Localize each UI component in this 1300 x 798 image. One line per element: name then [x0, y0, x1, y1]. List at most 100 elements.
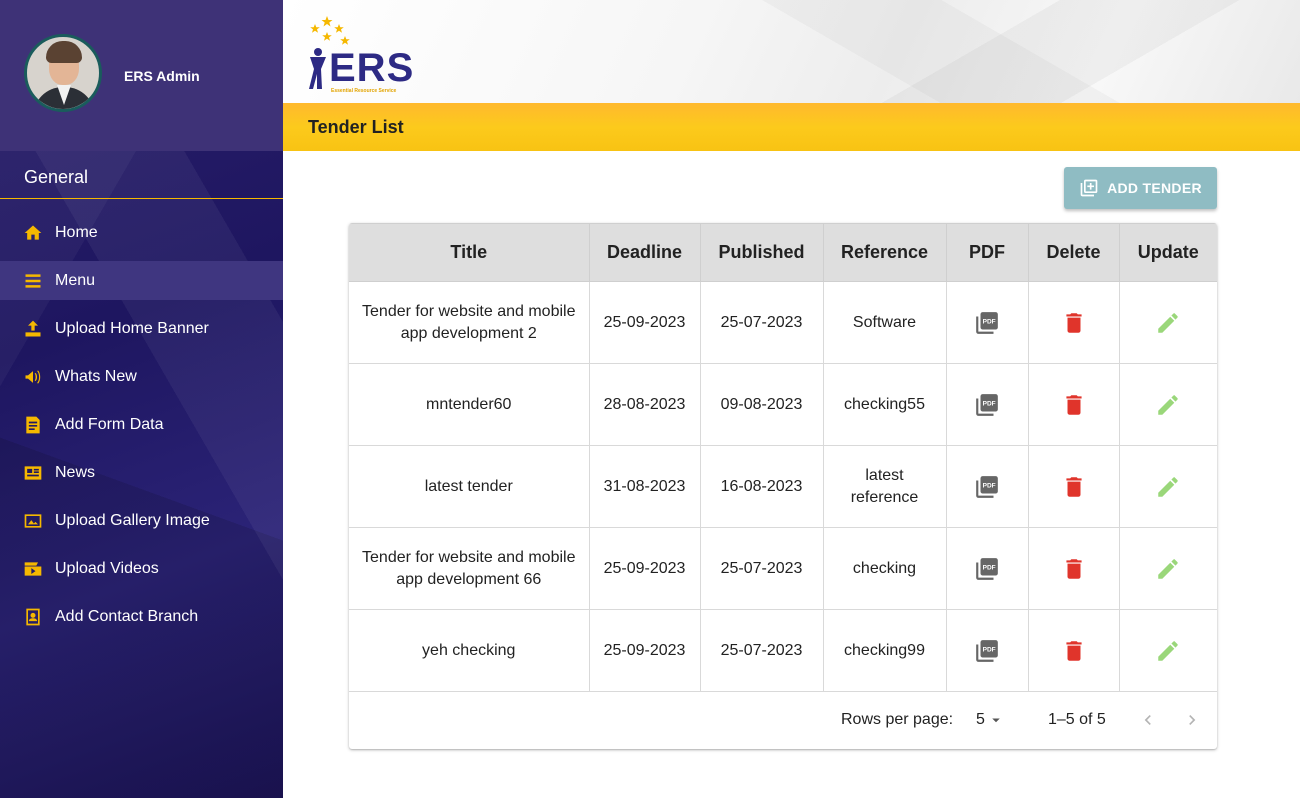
- cell-delete: [1027, 609, 1120, 692]
- home-icon: [23, 223, 43, 243]
- page-title: Tender List: [308, 116, 404, 137]
- cell-update: [1118, 609, 1217, 692]
- cell-deadline: 31-08-2023: [588, 445, 701, 528]
- cell-update: [1118, 527, 1217, 610]
- cell-pdf: PDF: [945, 445, 1029, 528]
- column-header-pdf: PDF: [945, 223, 1029, 282]
- cell-reference: Software: [822, 281, 947, 364]
- cell-published: 25-07-2023: [699, 609, 824, 692]
- sidebar-item-news[interactable]: News: [0, 453, 283, 492]
- cell-pdf: PDF: [945, 363, 1029, 446]
- cell-published: 25-07-2023: [699, 527, 824, 610]
- cell-delete: [1027, 445, 1120, 528]
- video-icon: [23, 559, 43, 579]
- edit-icon[interactable]: [1155, 556, 1181, 582]
- column-header-published[interactable]: Published: [699, 223, 824, 282]
- pdf-icon[interactable]: PDF: [974, 556, 1000, 582]
- pdf-icon[interactable]: PDF: [974, 638, 1000, 664]
- sidebar-item-label: Upload Videos: [55, 559, 159, 577]
- delete-icon[interactable]: [1061, 638, 1087, 664]
- profile-panel: ERS Admin: [0, 0, 283, 151]
- add-tender-label: ADD TENDER: [1107, 180, 1202, 196]
- logo-text: ERS: [329, 46, 415, 90]
- add-tender-button[interactable]: ADD TENDER: [1064, 167, 1217, 209]
- sidebar-item-add-contact-branch[interactable]: Add Contact Branch: [0, 597, 283, 636]
- column-header-reference[interactable]: Reference: [822, 223, 947, 282]
- sidebar-item-home[interactable]: Home: [0, 213, 283, 252]
- cell-reference: checking55: [822, 363, 947, 446]
- svg-text:PDF: PDF: [983, 400, 996, 407]
- edit-icon[interactable]: [1155, 638, 1181, 664]
- section-divider: [0, 198, 283, 199]
- cell-title: mntender60: [349, 363, 590, 446]
- cell-published: 09-08-2023: [699, 363, 824, 446]
- cell-published: 25-07-2023: [699, 281, 824, 364]
- cell-pdf: PDF: [945, 281, 1029, 364]
- delete-icon[interactable]: [1061, 310, 1087, 336]
- cell-title: latest tender: [349, 445, 590, 528]
- cell-deadline: 25-09-2023: [588, 281, 701, 364]
- cell-update: [1118, 445, 1217, 528]
- newspaper-icon: [23, 463, 43, 483]
- pdf-icon[interactable]: PDF: [974, 474, 1000, 500]
- cell-pdf: PDF: [945, 527, 1029, 610]
- delete-icon[interactable]: [1061, 392, 1087, 418]
- dropdown-arrow-icon: [992, 718, 1000, 723]
- sidebar-item-upload-home-banner[interactable]: Upload Home Banner: [0, 309, 283, 348]
- next-page-button[interactable]: [1182, 710, 1202, 730]
- table-row: yeh checking 25-09-2023 25-07-2023 check…: [349, 609, 1217, 692]
- sidebar-item-add-form-data[interactable]: Add Form Data: [0, 405, 283, 444]
- svg-text:PDF: PDF: [983, 564, 996, 571]
- edit-icon[interactable]: [1155, 310, 1181, 336]
- add-box-icon: [1080, 179, 1098, 197]
- cell-deadline: 28-08-2023: [588, 363, 701, 446]
- cell-title: yeh checking: [349, 609, 590, 692]
- svg-text:PDF: PDF: [983, 646, 996, 653]
- tender-table: Title Deadline Published Reference PDF D…: [349, 223, 1217, 692]
- table-row: Tender for website and mobile app develo…: [349, 527, 1217, 610]
- edit-icon[interactable]: [1155, 392, 1181, 418]
- cell-title: Tender for website and mobile app develo…: [349, 527, 590, 610]
- delete-icon[interactable]: [1061, 474, 1087, 500]
- table-header-row: Title Deadline Published Reference PDF D…: [349, 223, 1217, 282]
- table-row: Tender for website and mobile app develo…: [349, 281, 1217, 364]
- column-header-deadline[interactable]: Deadline: [588, 223, 701, 282]
- page-title-bar: Tender List: [283, 103, 1300, 151]
- profile-name: ERS Admin: [124, 68, 200, 84]
- sidebar: ERS Admin General Home Menu Upload Home …: [0, 0, 283, 798]
- cell-delete: [1027, 527, 1120, 610]
- sidebar-item-whats-new[interactable]: Whats New: [0, 357, 283, 396]
- form-icon: [23, 415, 43, 435]
- cell-update: [1118, 281, 1217, 364]
- cell-delete: [1027, 281, 1120, 364]
- cell-title: Tender for website and mobile app develo…: [349, 281, 590, 364]
- cell-deadline: 25-09-2023: [588, 527, 701, 610]
- cell-reference: latest reference: [822, 445, 947, 528]
- column-header-delete: Delete: [1027, 223, 1120, 282]
- cell-pdf: PDF: [945, 609, 1029, 692]
- ers-logo[interactable]: ERS Essential Resource Service: [307, 14, 427, 94]
- previous-page-button[interactable]: [1138, 710, 1158, 730]
- column-header-title[interactable]: Title: [349, 223, 590, 282]
- section-title-general: General: [24, 167, 89, 187]
- sidebar-item-upload-gallery-image[interactable]: Upload Gallery Image: [0, 501, 283, 540]
- delete-icon[interactable]: [1061, 556, 1087, 582]
- sidebar-item-label: Home: [55, 223, 98, 241]
- pdf-icon[interactable]: PDF: [974, 392, 1000, 418]
- avatar[interactable]: [24, 34, 102, 112]
- edit-icon[interactable]: [1155, 474, 1181, 500]
- upload-icon: [23, 319, 43, 339]
- menu-icon: [23, 271, 43, 291]
- column-header-update: Update: [1118, 223, 1217, 282]
- table-pagination: Rows per page: 5 1–5 of 5: [349, 691, 1217, 749]
- table-row: latest tender 31-08-2023 16-08-2023 late…: [349, 445, 1217, 528]
- sidebar-item-menu[interactable]: Menu: [0, 261, 283, 300]
- svg-text:PDF: PDF: [983, 482, 996, 489]
- sidebar-item-label: Whats New: [55, 367, 137, 385]
- megaphone-icon: [23, 367, 43, 387]
- sidebar-item-label: Menu: [55, 271, 96, 289]
- sidebar-item-upload-videos[interactable]: Upload Videos: [0, 549, 283, 588]
- pagination-range: 1–5 of 5: [1048, 711, 1106, 728]
- rows-per-page-select[interactable]: 5: [976, 711, 1005, 729]
- pdf-icon[interactable]: PDF: [974, 310, 1000, 336]
